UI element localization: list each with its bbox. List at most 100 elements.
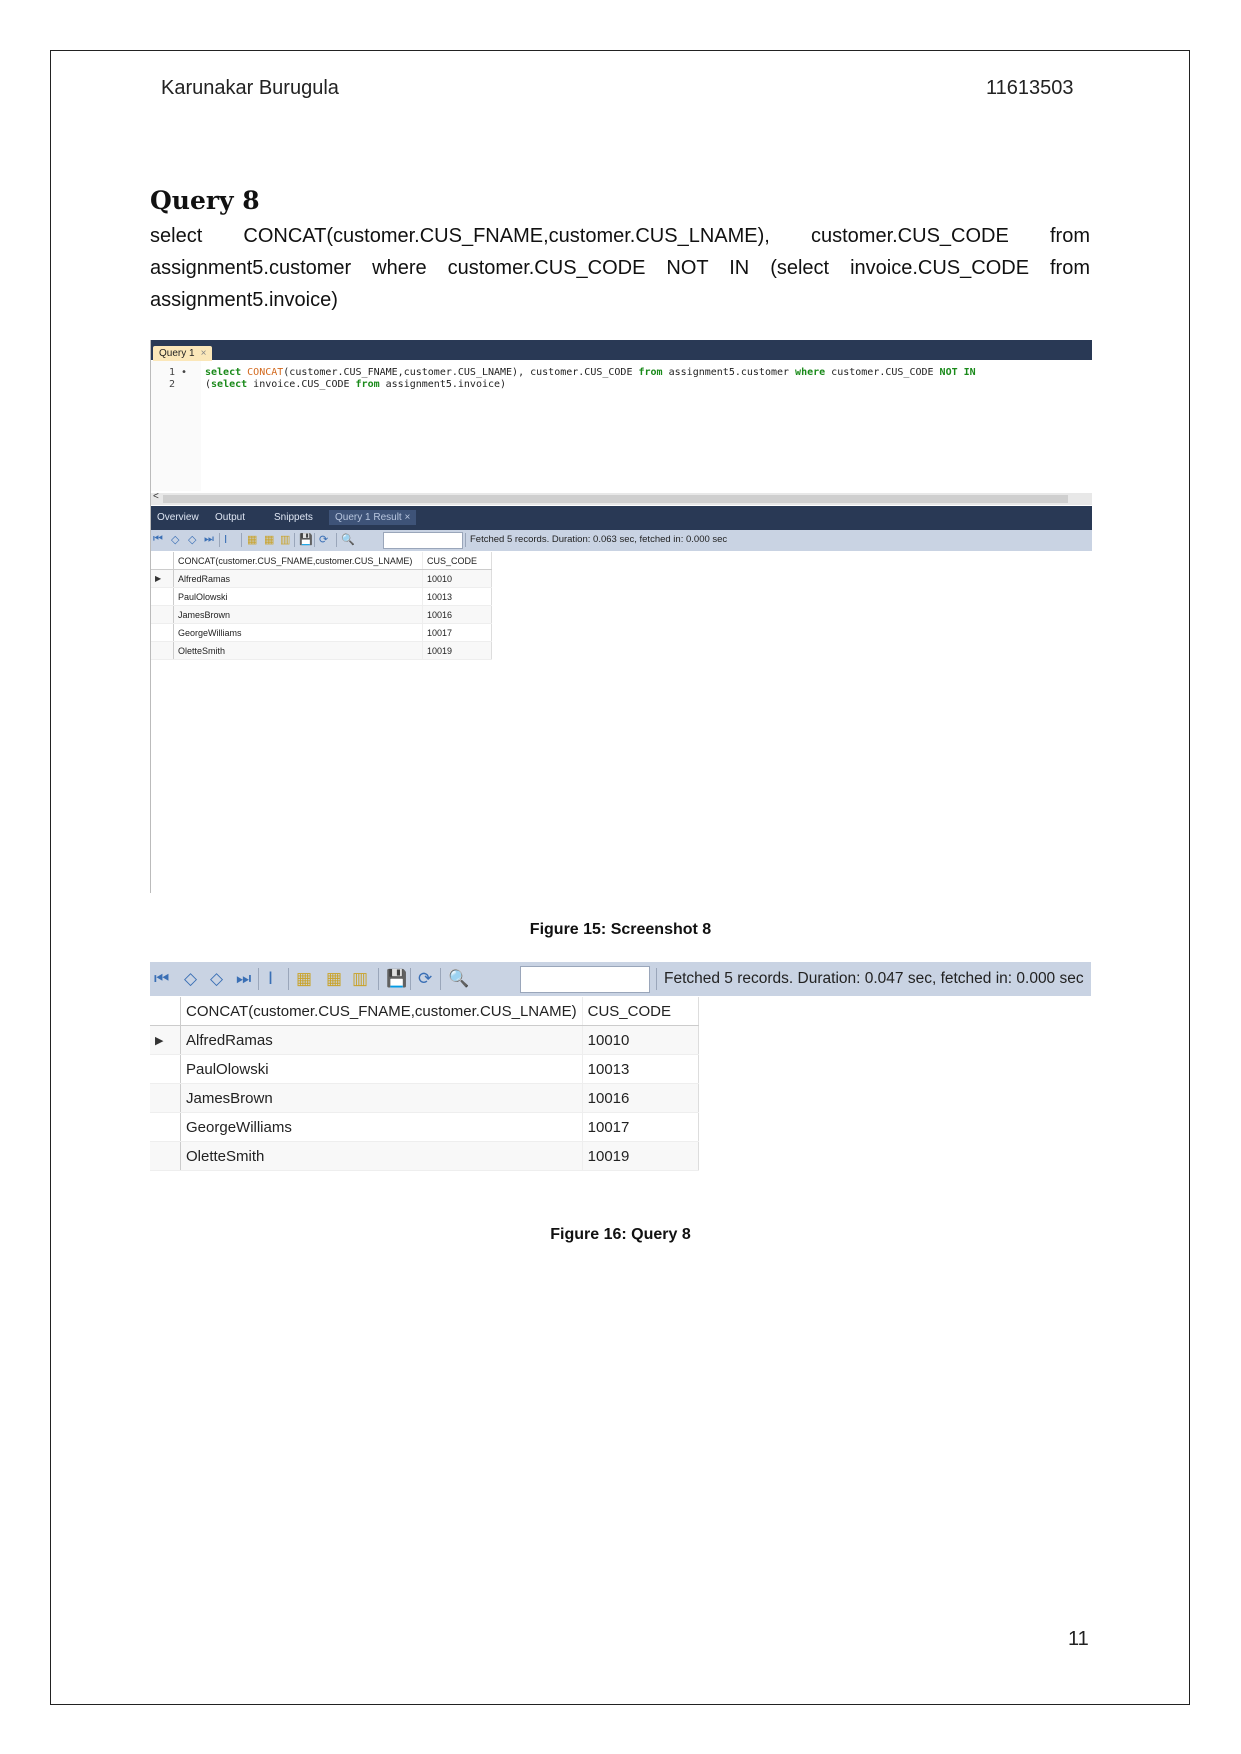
last-record-icon[interactable]: ⏭ (204, 533, 214, 546)
tab-query-1[interactable]: Query 1 × (153, 346, 213, 361)
column-header[interactable]: CUS_CODE (422, 552, 492, 570)
page-number: 11 (1068, 1628, 1089, 1650)
customer-name-cell[interactable]: JamesBrown (173, 605, 423, 624)
cus-code-cell[interactable]: 10019 (422, 641, 492, 660)
customer-name-cell[interactable]: PaulOlowski (173, 587, 423, 606)
query-text: select CONCAT(customer.CUS_FNAME,custome… (150, 225, 1090, 311)
table-row[interactable]: JamesBrown 10016 (151, 605, 492, 624)
search-input[interactable] (520, 966, 650, 993)
table-row[interactable]: OletteSmith 10019 (151, 641, 492, 660)
column-header[interactable]: CONCAT(customer.CUS_FNAME,customer.CUS_L… (173, 552, 423, 570)
tab-query-1-result[interactable]: Query 1 Result × (329, 510, 417, 525)
table-row[interactable]: GeorgeWilliams 10017 (150, 1112, 699, 1142)
result-grid-zoomed: Fetched 5 records. Duration: 0.047 sec, … (150, 962, 1091, 1172)
search-input[interactable] (383, 532, 463, 549)
prev-record-icon[interactable]: ◇ (184, 969, 197, 989)
row-selector[interactable] (151, 641, 174, 660)
table-row[interactable]: ▶ AlfredRamas 10010 (150, 1025, 699, 1055)
toolbar-separator (314, 533, 315, 547)
result-toolbar: Fetched 5 records. Duration: 0.063 sec, … (151, 530, 1092, 551)
customer-name-cell[interactable]: AlfredRamas (173, 569, 423, 588)
cus-code-cell[interactable]: 10013 (422, 587, 492, 606)
table-row[interactable]: JamesBrown 10016 (150, 1083, 699, 1113)
cus-code-cell[interactable]: 10017 (422, 623, 492, 642)
search-icon[interactable]: 🔍 (448, 969, 469, 989)
tab-overview[interactable]: Overview (157, 512, 199, 523)
cus-code-cell[interactable]: 10010 (422, 569, 492, 588)
table-row[interactable]: PaulOlowski 10013 (150, 1054, 699, 1084)
horizontal-scrollbar[interactable]: < (151, 491, 1092, 505)
tab-label: Query 1 Result (335, 512, 402, 523)
workbench-screenshot: Query 1 × 1 • select CONCAT(customer.CUS_F… (150, 340, 1092, 893)
cus-code-cell[interactable]: 10010 (582, 1025, 699, 1055)
sort-desc-icon[interactable]: ▦ (326, 969, 342, 989)
scroll-left-icon[interactable]: < (153, 491, 159, 502)
tab-snippets[interactable]: Snippets (274, 512, 313, 523)
columns-icon[interactable]: ▥ (280, 533, 290, 546)
cus-code-cell[interactable]: 10013 (582, 1054, 699, 1084)
toolbar-separator (336, 533, 337, 547)
row-selector[interactable] (150, 1141, 181, 1171)
toolbar-separator (294, 533, 295, 547)
fetch-status: Fetched 5 records. Duration: 0.063 sec, … (470, 534, 728, 545)
column-header[interactable]: CUS_CODE (582, 997, 699, 1026)
sort-desc-icon[interactable]: ▦ (264, 533, 274, 546)
wrap-text-icon[interactable]: Ⅰ (268, 969, 273, 989)
next-record-icon[interactable]: ◇ (188, 533, 196, 546)
customer-name-cell[interactable]: OletteSmith (173, 641, 423, 660)
cus-code-cell[interactable]: 10019 (582, 1141, 699, 1171)
tab-label: Query 1 (159, 348, 195, 359)
close-icon[interactable]: × (201, 348, 207, 359)
next-record-icon[interactable]: ◇ (210, 969, 223, 989)
row-selector[interactable] (150, 1112, 181, 1142)
table-row[interactable]: GeorgeWilliams 10017 (151, 623, 492, 642)
table-row[interactable]: PaulOlowski 10013 (151, 587, 492, 606)
toolbar-separator (241, 533, 242, 547)
sql-editor[interactable]: 1 • select CONCAT(customer.CUS_FNAME,cust… (151, 361, 1092, 491)
toolbar-separator (656, 968, 657, 990)
toolbar-separator (440, 968, 441, 990)
row-selector[interactable] (150, 1054, 181, 1084)
first-record-icon[interactable]: ⏮ (154, 969, 169, 989)
cus-code-cell[interactable]: 10017 (582, 1112, 699, 1142)
row-selector[interactable]: ▶ (151, 569, 174, 588)
cus-code-cell[interactable]: 10016 (582, 1083, 699, 1113)
prev-record-icon[interactable]: ◇ (171, 533, 179, 546)
sort-asc-icon[interactable]: ▦ (296, 969, 312, 989)
first-record-icon[interactable]: ⏮ (153, 533, 163, 546)
columns-icon[interactable]: ▥ (352, 969, 368, 989)
export-icon[interactable]: 💾 (299, 533, 313, 546)
toolbar-separator (465, 533, 466, 547)
refresh-icon[interactable]: ⟳ (418, 969, 432, 989)
wrap-text-icon[interactable]: Ⅰ (224, 533, 227, 546)
customer-name-cell[interactable]: PaulOlowski (180, 1054, 583, 1084)
grid-header-row: CONCAT(customer.CUS_FNAME,customer.CUS_L… (150, 997, 699, 1026)
tab-output[interactable]: Output (215, 512, 245, 523)
refresh-icon[interactable]: ⟳ (319, 533, 328, 546)
result-toolbar: Fetched 5 records. Duration: 0.047 sec, … (150, 962, 1091, 996)
column-header[interactable]: CONCAT(customer.CUS_FNAME,customer.CUS_L… (180, 997, 583, 1026)
search-icon[interactable]: 🔍 (341, 533, 355, 546)
export-icon[interactable]: 💾 (386, 969, 407, 989)
scroll-thumb[interactable] (163, 495, 1068, 503)
last-record-icon[interactable]: ⏭ (236, 969, 251, 989)
sort-asc-icon[interactable]: ▦ (247, 533, 257, 546)
table-row[interactable]: ▶ AlfredRamas 10010 (151, 569, 492, 588)
row-selector[interactable] (150, 1083, 181, 1113)
row-selector-header (151, 552, 174, 570)
table-row[interactable]: OletteSmith 10019 (150, 1141, 699, 1171)
close-icon[interactable]: × (404, 512, 410, 523)
customer-name-cell[interactable]: GeorgeWilliams (173, 623, 423, 642)
row-selector[interactable] (151, 605, 174, 624)
code-line: select CONCAT(customer.CUS_FNAME,custome… (205, 367, 976, 378)
row-selector[interactable] (151, 623, 174, 642)
customer-name-cell[interactable]: AlfredRamas (180, 1025, 583, 1055)
cus-code-cell[interactable]: 10016 (422, 605, 492, 624)
toolbar-separator (378, 968, 379, 990)
result-grid: CONCAT(customer.CUS_FNAME,customer.CUS_L… (150, 997, 699, 1171)
customer-name-cell[interactable]: GeorgeWilliams (180, 1112, 583, 1142)
row-selector[interactable] (151, 587, 174, 606)
customer-name-cell[interactable]: JamesBrown (180, 1083, 583, 1113)
row-selector[interactable]: ▶ (150, 1025, 181, 1055)
customer-name-cell[interactable]: OletteSmith (180, 1141, 583, 1171)
